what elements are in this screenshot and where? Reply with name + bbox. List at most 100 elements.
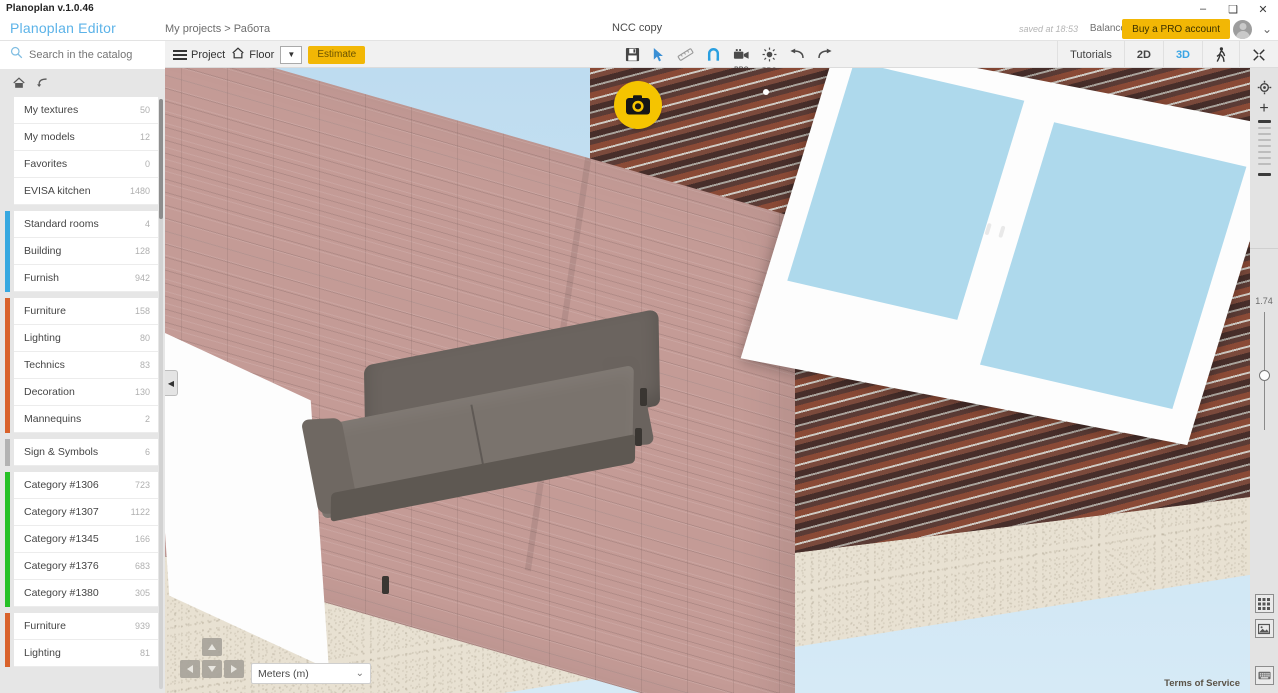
sofa-object[interactable] bbox=[300, 268, 670, 594]
sidebar-item-category-1307[interactable]: Category #1307 1122 bbox=[5, 499, 158, 526]
sidebar-item-count: 83 bbox=[139, 360, 150, 370]
chevron-down-icon[interactable]: ⌄ bbox=[1262, 22, 1272, 36]
sidebar-item-lighting[interactable]: Lighting 80 bbox=[5, 325, 158, 352]
sidebar-item-category-1376[interactable]: Category #1376 683 bbox=[5, 553, 158, 580]
floor-menu-label: Floor bbox=[249, 48, 275, 61]
sidebar-item-furnish[interactable]: Furnish 942 bbox=[5, 265, 158, 292]
pan-down-button[interactable] bbox=[202, 660, 222, 678]
sidebar-item-my-textures[interactable]: My textures 50 bbox=[14, 97, 158, 124]
sidebar-item-count: 80 bbox=[139, 333, 150, 343]
view-2d-button[interactable]: 2D bbox=[1123, 41, 1163, 68]
sidebar-item-favorites[interactable]: Favorites 0 bbox=[14, 151, 158, 178]
sidebar-collapse-handle[interactable]: ◀ bbox=[165, 370, 178, 396]
project-menu-button[interactable]: Project bbox=[173, 48, 225, 62]
sidebar-item-count: 942 bbox=[134, 273, 150, 283]
zoom-in-button[interactable]: + bbox=[1259, 101, 1268, 117]
sidebar-item-label: Mannequins bbox=[24, 413, 82, 425]
category-accent-bar bbox=[5, 97, 10, 124]
balance-link[interactable]: Balance bbox=[1090, 23, 1126, 34]
navigation-dpad bbox=[178, 638, 246, 684]
category-accent-bar bbox=[5, 265, 10, 292]
sidebar-item-decoration[interactable]: Decoration 130 bbox=[5, 379, 158, 406]
breadcrumb[interactable]: My projects > Работа bbox=[165, 23, 270, 35]
save-icon[interactable] bbox=[625, 47, 640, 62]
home-icon[interactable] bbox=[12, 76, 26, 90]
3d-viewport[interactable]: ◀ Meters (m) ⌄ Terms of Service bbox=[165, 68, 1250, 693]
redo-icon[interactable] bbox=[817, 48, 833, 61]
avatar[interactable] bbox=[1233, 20, 1252, 39]
sidebar-item-count: 939 bbox=[134, 621, 150, 631]
sidebar-item-evisa-kitchen[interactable]: EVISA kitchen 1480 bbox=[14, 178, 158, 205]
sidebar-scrollbar-thumb[interactable] bbox=[159, 99, 163, 219]
sidebar-item-technics[interactable]: Technics 83 bbox=[5, 352, 158, 379]
floor-dropdown-button[interactable]: ▼ bbox=[280, 45, 303, 64]
select-cursor-icon[interactable] bbox=[652, 47, 665, 62]
sidebar-item-label: Furnish bbox=[24, 272, 60, 284]
sidebar-item-count: 4 bbox=[144, 219, 150, 229]
category-accent-bar bbox=[5, 499, 10, 526]
video-camera-icon[interactable]: PRO bbox=[733, 48, 750, 73]
maximize-button[interactable]: ❑ bbox=[1218, 0, 1248, 18]
buy-pro-account-button[interactable]: Buy a PRO account bbox=[1122, 19, 1230, 39]
magnet-icon[interactable] bbox=[706, 47, 721, 62]
sidebar-item-count: 166 bbox=[134, 534, 150, 544]
sidebar-item-furniture[interactable]: Furniture 158 bbox=[5, 298, 158, 325]
zoom-slider-thumb[interactable] bbox=[1257, 120, 1271, 123]
pan-right-button[interactable] bbox=[224, 660, 244, 678]
sidebar-item-label: Decoration bbox=[24, 386, 75, 398]
pan-up-button[interactable] bbox=[202, 638, 222, 656]
category-list[interactable]: My textures 50 My models 12 Favorites 0 EVISA … bbox=[0, 97, 165, 693]
walk-person-icon[interactable] bbox=[1202, 41, 1239, 68]
back-icon[interactable] bbox=[36, 76, 51, 90]
sidebar-item-my-models[interactable]: My models 12 bbox=[14, 124, 158, 151]
sidebar-item-building[interactable]: Building 128 bbox=[5, 238, 158, 265]
sidebar-item-category-1306[interactable]: Category #1306 723 bbox=[5, 472, 158, 499]
minimize-button[interactable]: – bbox=[1188, 0, 1218, 18]
category-group: Category #1306 723 Category #1307 1122 Categ… bbox=[0, 472, 165, 607]
height-slider-track[interactable] bbox=[1258, 312, 1270, 430]
zoom-out-button[interactable] bbox=[1257, 173, 1271, 176]
sidebar-item-standard-rooms[interactable]: Standard rooms 4 bbox=[5, 211, 158, 238]
sidebar-item-category-1380[interactable]: Category #1380 305 bbox=[5, 580, 158, 607]
pan-left-button[interactable] bbox=[180, 660, 200, 678]
camera-icon bbox=[626, 95, 650, 115]
image-icon[interactable] bbox=[1254, 619, 1274, 638]
target-focus-icon[interactable] bbox=[1250, 74, 1278, 100]
sidebar-item-furniture[interactable]: Furniture 939 bbox=[5, 613, 158, 640]
sidebar-item-count: 723 bbox=[134, 480, 150, 490]
keyboard-icon[interactable] bbox=[1254, 666, 1274, 685]
category-accent-bar bbox=[5, 211, 10, 238]
sidebar-item-sign-symbols[interactable]: Sign & Symbols 6 bbox=[5, 439, 158, 466]
chevron-down-icon: ⌄ bbox=[355, 668, 364, 679]
project-menu-label: Project bbox=[191, 48, 226, 61]
search-input[interactable] bbox=[29, 49, 171, 61]
terms-of-service-link[interactable]: Terms of Service bbox=[1164, 678, 1240, 689]
category-accent-bar bbox=[5, 406, 10, 433]
zoom-slider[interactable]: + bbox=[1250, 101, 1278, 176]
saved-status: saved at 18:53 bbox=[1018, 24, 1078, 34]
floor-menu-button[interactable]: Floor bbox=[231, 46, 274, 63]
fullscreen-icon[interactable] bbox=[1239, 41, 1278, 68]
estimate-button[interactable]: Estimate bbox=[308, 45, 366, 64]
camera-height-slider[interactable]: 1.74 bbox=[1250, 296, 1278, 430]
undo-icon[interactable] bbox=[789, 48, 805, 61]
height-slider-knob[interactable] bbox=[1258, 370, 1270, 381]
grid-icon[interactable] bbox=[1254, 594, 1274, 613]
tutorials-button[interactable]: Tutorials bbox=[1057, 41, 1124, 68]
sidebar-item-label: Lighting bbox=[24, 332, 61, 344]
sidebar-item-mannequins[interactable]: Mannequins 2 bbox=[5, 406, 158, 433]
search-row bbox=[0, 41, 171, 69]
sidebar-item-label: My models bbox=[24, 131, 75, 143]
view-3d-button[interactable]: 3D bbox=[1162, 41, 1202, 68]
window-handle-icon[interactable] bbox=[998, 225, 1006, 238]
lighting-sun-icon[interactable]: PRO bbox=[762, 47, 777, 74]
sidebar-item-category-1345[interactable]: Category #1345 166 bbox=[5, 526, 158, 553]
ruler-icon[interactable] bbox=[677, 47, 694, 62]
sidebar-item-lighting[interactable]: Lighting 81 bbox=[5, 640, 158, 667]
units-select[interactable]: Meters (m) ⌄ bbox=[251, 663, 371, 684]
chevron-left-icon: ◀ bbox=[167, 378, 175, 388]
category-accent-bar bbox=[5, 151, 10, 178]
close-button[interactable]: ✕ bbox=[1248, 0, 1278, 18]
camera-shutter-button[interactable] bbox=[614, 81, 662, 129]
rail-bottom-group bbox=[1250, 594, 1278, 685]
